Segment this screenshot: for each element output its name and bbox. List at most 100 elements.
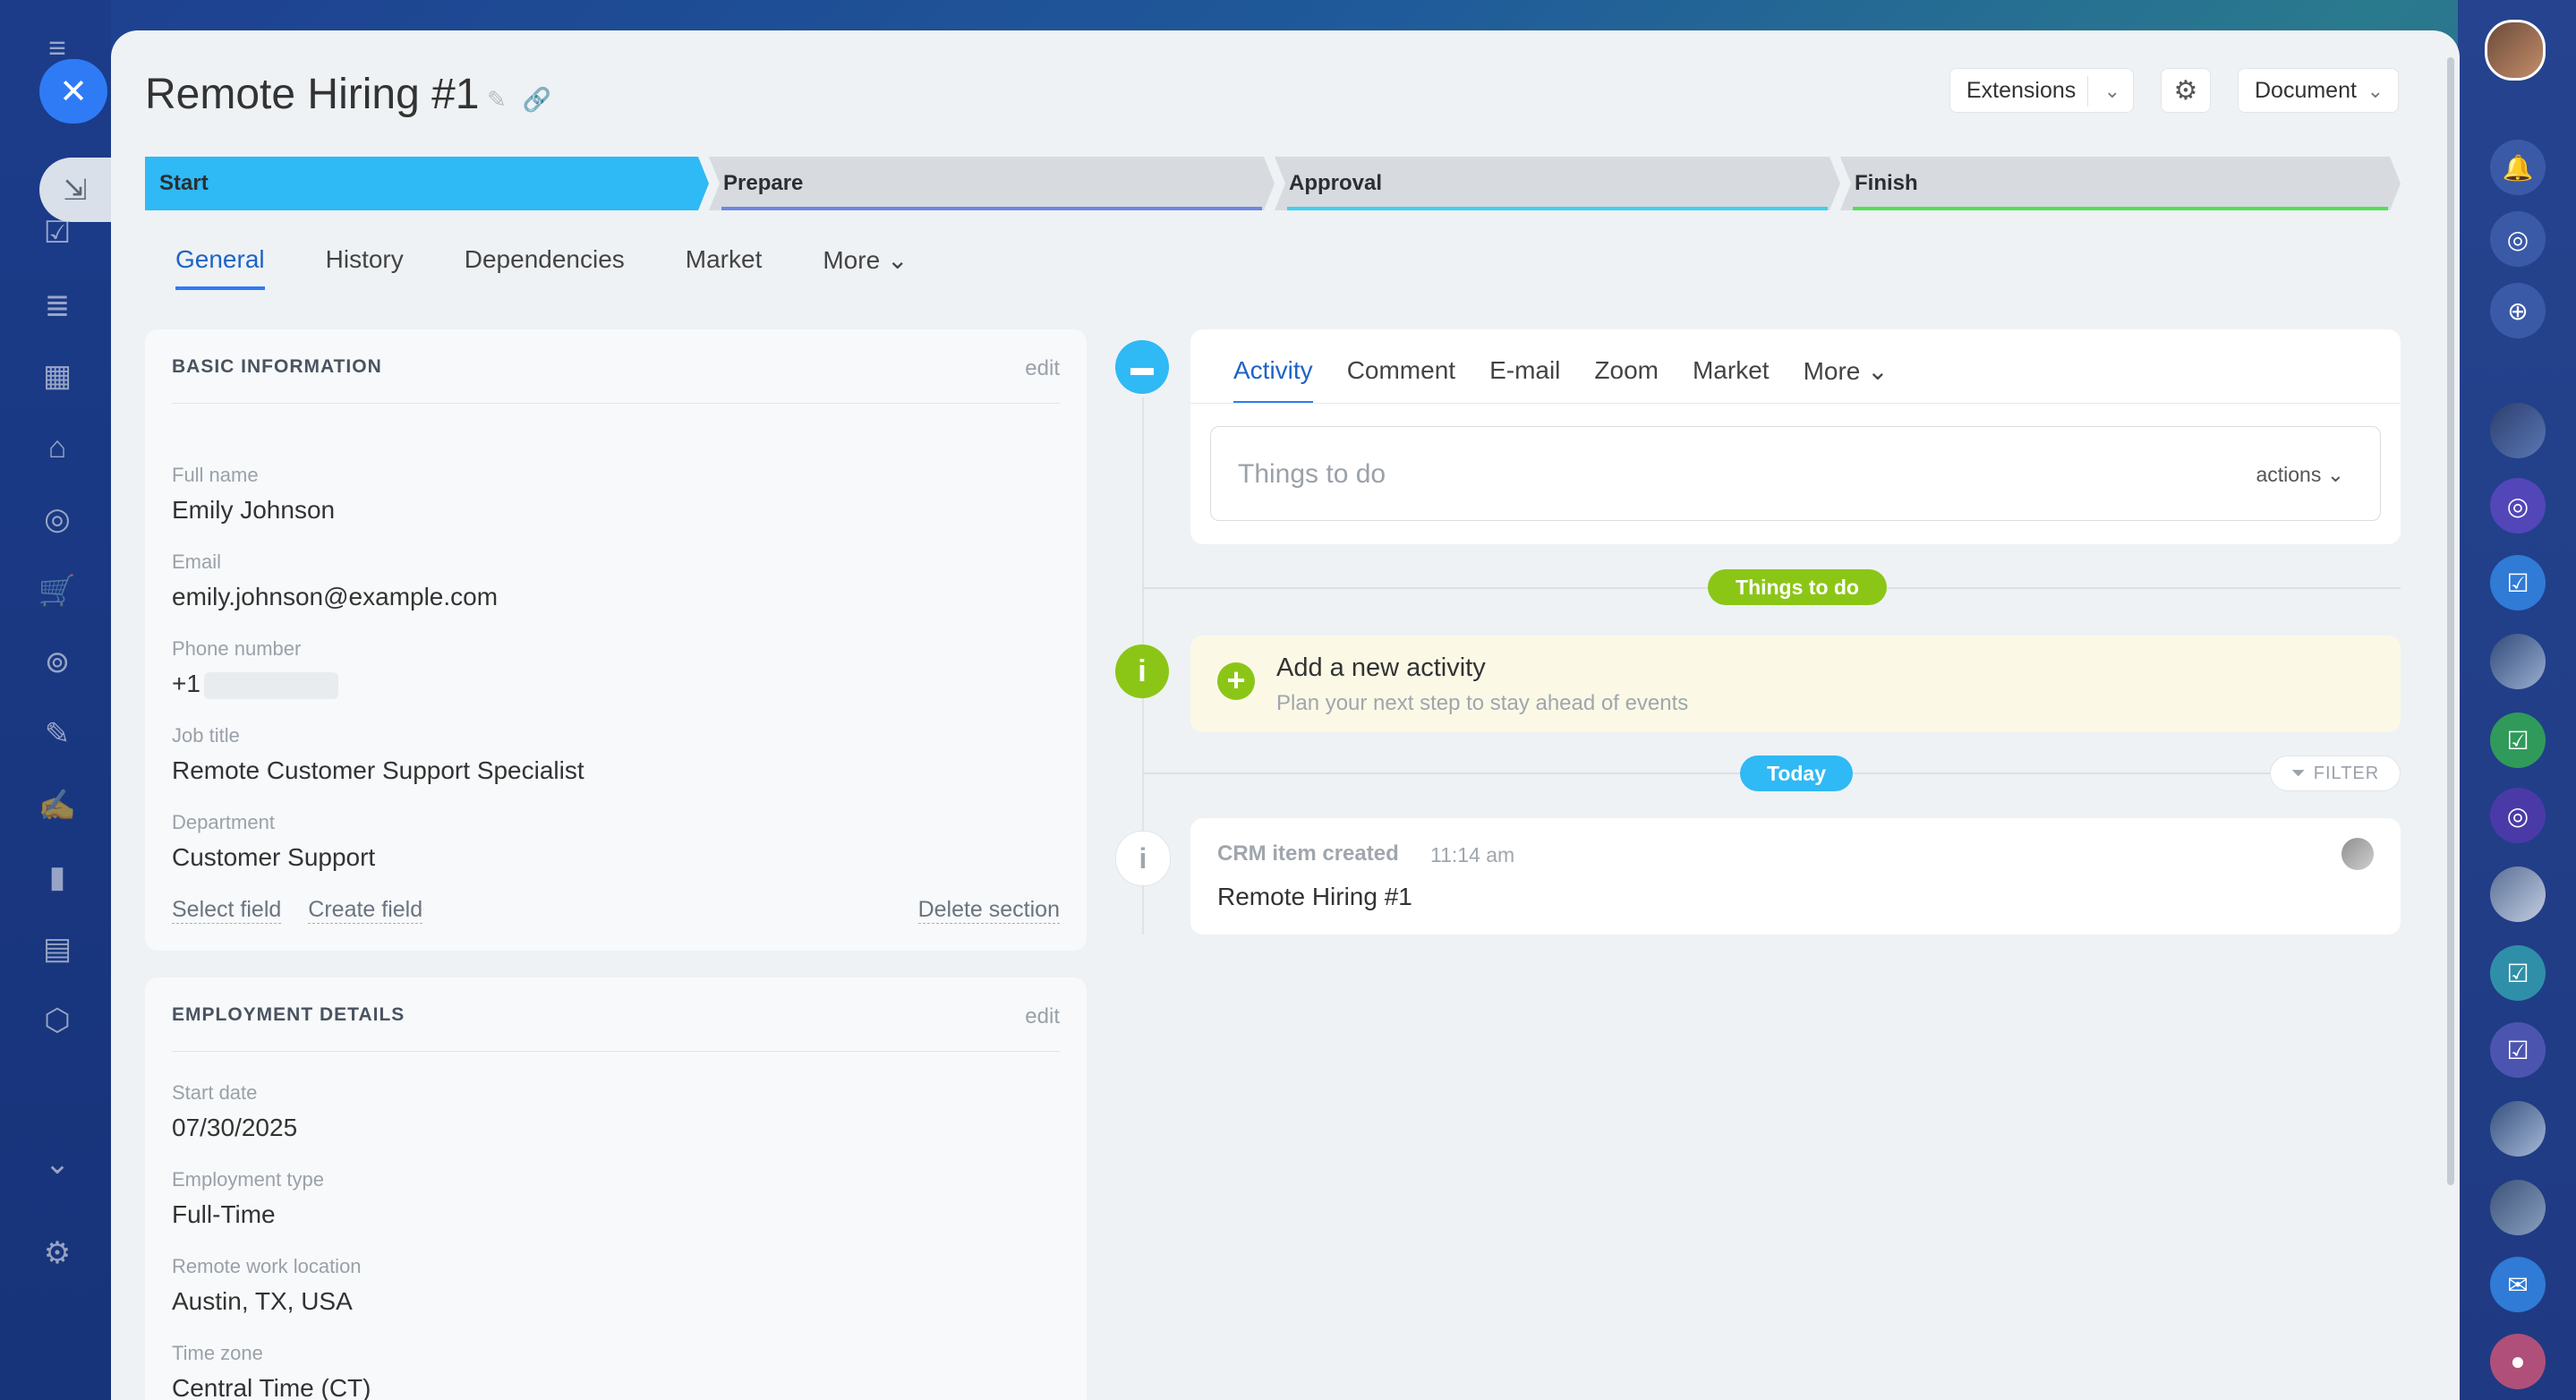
user-avatar[interactable]: [2485, 20, 2546, 81]
stage-approval[interactable]: Approval: [1275, 157, 1840, 210]
contact-avatar-4[interactable]: ◎: [2490, 788, 2546, 843]
field-label: Email: [172, 551, 222, 573]
field-value[interactable]: Full-Time: [172, 1200, 324, 1229]
contact-avatar-2[interactable]: ◎: [2490, 478, 2546, 534]
field-label: Phone number: [172, 637, 302, 660]
tab-more[interactable]: More ⌄: [1804, 356, 1889, 404]
sign-icon[interactable]: ✍: [36, 784, 79, 827]
filter-label: FILTER: [2313, 763, 2380, 783]
tab-zoom[interactable]: Zoom: [1594, 356, 1659, 404]
cart-icon[interactable]: 🛒: [36, 569, 79, 612]
stage-prepare[interactable]: Prepare: [709, 157, 1275, 210]
mail-icon[interactable]: ✉: [2490, 1257, 2546, 1312]
field-value[interactable]: Austin, TX, USA: [172, 1287, 362, 1316]
document-edit-icon[interactable]: ✎: [36, 713, 79, 755]
stage-bar: Start Prepare Approval Finish: [145, 157, 2401, 210]
settings-icon[interactable]: ⚙: [36, 1232, 79, 1275]
box-icon[interactable]: ⬡: [36, 999, 79, 1042]
chat-bubble-icon: ▬: [1115, 340, 1169, 394]
things-to-do-badge: Things to do: [1708, 569, 1887, 605]
minimize-button[interactable]: ⇲: [39, 158, 111, 222]
task-icon-2[interactable]: ☑: [2490, 713, 2546, 768]
tab-market[interactable]: Market: [686, 245, 763, 290]
crm-created-card: CRM item created 11:14 am Remote Hiring …: [1190, 818, 2401, 935]
field-label: Department: [172, 811, 275, 833]
right-sidebar: 🔔 ◎ ⊕ ◎ ☑ ☑ ◎ ☑ ☑ ✉ ●: [2458, 0, 2576, 1400]
search-chat-icon[interactable]: ⊕: [2490, 283, 2546, 338]
target-icon[interactable]: ◎: [36, 498, 79, 541]
delete-section-link[interactable]: Delete section: [917, 897, 1060, 924]
things-to-do-input[interactable]: Things to do actions ⌄: [1210, 426, 2381, 521]
contact-avatar-3[interactable]: [2490, 634, 2546, 689]
contact-avatar-5[interactable]: [2490, 866, 2546, 922]
actions-dropdown[interactable]: actions ⌄: [2256, 463, 2344, 487]
filter-icon[interactable]: ≣: [36, 285, 79, 328]
warehouse-icon[interactable]: ⌂: [36, 426, 79, 469]
field-value[interactable]: Emily Johnson: [172, 496, 335, 525]
section-heading: BASIC INFORMATION: [172, 356, 382, 377]
activity-tabs: Activity Comment E-mail Zoom Market More…: [1233, 356, 1889, 404]
copilot-icon[interactable]: ◎: [2490, 211, 2546, 267]
contact-avatar-1[interactable]: [2490, 403, 2546, 458]
field-department: Department Customer Support: [172, 811, 375, 872]
crm-text: Remote Hiring #1: [1217, 883, 1412, 910]
filter-button[interactable]: ⏷ FILTER: [2270, 755, 2401, 791]
notifications-icon[interactable]: 🔔: [2490, 140, 2546, 195]
field-start-date: Start date 07/30/2025: [172, 1081, 297, 1142]
create-field-link[interactable]: Create field: [308, 897, 423, 924]
field-label: Employment type: [172, 1168, 324, 1191]
tab-market[interactable]: Market: [1693, 356, 1770, 404]
contact-avatar-7[interactable]: ●: [2490, 1334, 2546, 1389]
field-label: Start date: [172, 1081, 258, 1104]
tab-more[interactable]: More ⌄: [823, 245, 908, 290]
group-chat-avatar[interactable]: [2490, 1101, 2546, 1157]
field-label: Full name: [172, 464, 259, 486]
field-time-zone: Time zone Central Time (CT): [172, 1342, 371, 1400]
add-activity-card[interactable]: + Add a new activity Plan your next step…: [1190, 636, 2401, 732]
gear-icon: ⚙: [2173, 75, 2198, 106]
field-full-name: Full name Emily Johnson: [172, 464, 335, 525]
scrollbar[interactable]: [2447, 57, 2454, 1185]
link-icon[interactable]: 🔗: [523, 86, 551, 114]
field-value[interactable]: Remote Customer Support Specialist: [172, 756, 584, 785]
document-label: Document: [2255, 77, 2357, 103]
task-icon-3[interactable]: ☑: [2490, 945, 2546, 1001]
tab-history[interactable]: History: [326, 245, 404, 290]
field-value[interactable]: 07/30/2025: [172, 1114, 297, 1142]
contact-avatar-6[interactable]: [2490, 1180, 2546, 1235]
stage-start[interactable]: Start: [145, 157, 709, 210]
robot-icon[interactable]: ⊚: [36, 641, 79, 684]
chevron-down-icon[interactable]: ⌄: [36, 1142, 79, 1185]
field-value[interactable]: emily.johnson@example.com: [172, 583, 498, 611]
field-value[interactable]: Central Time (CT): [172, 1374, 371, 1400]
tab-comment[interactable]: Comment: [1347, 356, 1455, 404]
contact-card-icon[interactable]: ▤: [36, 927, 79, 970]
tab-general[interactable]: General: [175, 245, 265, 290]
chart-icon[interactable]: ▮: [36, 856, 79, 899]
task-icon-4[interactable]: ☑: [2490, 1022, 2546, 1078]
tab-activity[interactable]: Activity: [1233, 356, 1313, 404]
close-button[interactable]: ✕: [39, 59, 107, 124]
field-value[interactable]: +1: [172, 670, 338, 699]
document-button[interactable]: Document ⌄: [2238, 68, 2399, 113]
select-field-link[interactable]: Select field: [172, 897, 282, 924]
task-icon-1[interactable]: ☑: [2490, 555, 2546, 610]
input-placeholder: Things to do: [1238, 459, 1386, 489]
field-value[interactable]: Customer Support: [172, 843, 375, 872]
field-job-title: Job title Remote Customer Support Specia…: [172, 724, 584, 785]
field-label: Time zone: [172, 1342, 263, 1364]
tab-dependencies[interactable]: Dependencies: [465, 245, 625, 290]
calendar-icon[interactable]: ▦: [36, 354, 79, 397]
edit-link[interactable]: edit: [1025, 1004, 1060, 1029]
pencil-icon[interactable]: ✎: [487, 86, 507, 114]
extensions-button[interactable]: Extensions ⌄: [1949, 68, 2134, 113]
settings-button[interactable]: ⚙: [2161, 68, 2211, 113]
author-avatar[interactable]: [2341, 838, 2374, 870]
tab-email[interactable]: E-mail: [1489, 356, 1560, 404]
tab-more-label: More: [823, 246, 881, 274]
stage-finish[interactable]: Finish: [1840, 157, 2401, 210]
employment-details-card: EMPLOYMENT DETAILS edit Start date 07/30…: [145, 977, 1087, 1400]
edit-link[interactable]: edit: [1025, 356, 1060, 381]
page-title: Remote Hiring #1: [145, 71, 480, 118]
info-icon: i: [1115, 831, 1171, 886]
